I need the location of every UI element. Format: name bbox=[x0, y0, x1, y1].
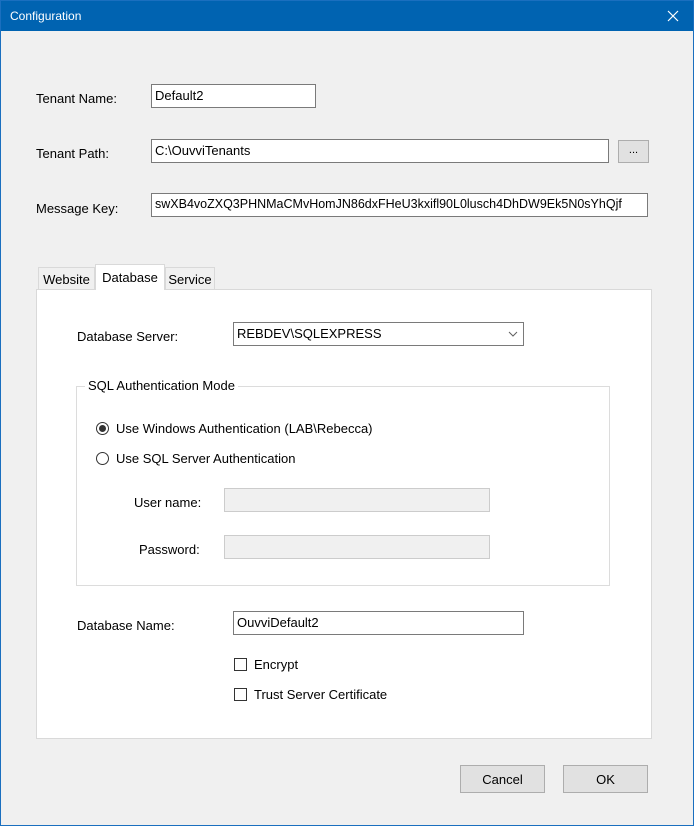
cancel-button[interactable]: Cancel bbox=[460, 765, 545, 793]
title-bar: Configuration bbox=[1, 1, 693, 31]
configuration-dialog: Configuration Tenant Name: Default2 Tena… bbox=[0, 0, 694, 826]
checkbox-unchecked-icon bbox=[234, 688, 247, 701]
password-label: Password: bbox=[139, 542, 200, 557]
window-title: Configuration bbox=[10, 9, 82, 23]
tab-website[interactable]: Website bbox=[38, 267, 95, 290]
windows-auth-radio[interactable]: Use Windows Authentication (LAB\Rebecca) bbox=[96, 421, 373, 436]
sql-auth-mode-legend: SQL Authentication Mode bbox=[85, 378, 238, 393]
tenant-path-label: Tenant Path: bbox=[36, 146, 109, 161]
radio-selected-icon bbox=[96, 422, 109, 435]
browse-button[interactable]: ... bbox=[618, 140, 649, 163]
radio-unselected-icon bbox=[96, 452, 109, 465]
windows-auth-label: Use Windows Authentication (LAB\Rebecca) bbox=[116, 421, 373, 436]
sql-server-auth-label: Use SQL Server Authentication bbox=[116, 451, 296, 466]
close-button[interactable] bbox=[653, 1, 693, 31]
database-server-select[interactable]: REBDEV\SQLEXPRESS bbox=[233, 322, 524, 346]
cancel-button-label: Cancel bbox=[482, 771, 523, 787]
browse-button-label: ... bbox=[628, 143, 639, 156]
chevron-down-icon bbox=[508, 331, 518, 337]
ok-button-label: OK bbox=[596, 771, 615, 787]
encrypt-label: Encrypt bbox=[254, 657, 299, 672]
ok-button[interactable]: OK bbox=[563, 765, 648, 793]
password-input[interactable] bbox=[224, 535, 490, 559]
tab-website-label: Website bbox=[43, 271, 90, 287]
tenant-path-input[interactable]: C:\OuvviTenants bbox=[151, 139, 609, 163]
encrypt-checkbox[interactable]: Encrypt bbox=[234, 657, 298, 672]
username-input[interactable] bbox=[224, 488, 490, 512]
tenant-name-input[interactable]: Default2 bbox=[151, 84, 316, 108]
tenant-name-label: Tenant Name: bbox=[36, 91, 117, 106]
database-name-input[interactable]: OuvviDefault2 bbox=[233, 611, 524, 635]
close-icon bbox=[667, 10, 679, 22]
message-key-input[interactable]: swXB4voZXQ3PHNMaCMvHomJN86dxFHeU3kxifl90… bbox=[151, 193, 648, 217]
trust-server-certificate-checkbox[interactable]: Trust Server Certificate bbox=[234, 687, 387, 702]
database-name-label: Database Name: bbox=[77, 618, 175, 633]
tab-service-label: Service bbox=[168, 271, 212, 287]
sql-server-auth-radio[interactable]: Use SQL Server Authentication bbox=[96, 451, 295, 466]
username-label: User name: bbox=[134, 495, 202, 510]
trust-server-certificate-label: Trust Server Certificate bbox=[254, 687, 388, 702]
tab-database-label: Database bbox=[102, 270, 158, 285]
database-server-value: REBDEV\SQLEXPRESS bbox=[237, 326, 382, 341]
tab-database[interactable]: Database bbox=[95, 264, 165, 290]
message-key-label: Message Key: bbox=[36, 201, 119, 216]
checkbox-unchecked-icon bbox=[234, 658, 247, 671]
database-server-label: Database Server: bbox=[77, 329, 179, 344]
tab-service[interactable]: Service bbox=[165, 267, 215, 290]
